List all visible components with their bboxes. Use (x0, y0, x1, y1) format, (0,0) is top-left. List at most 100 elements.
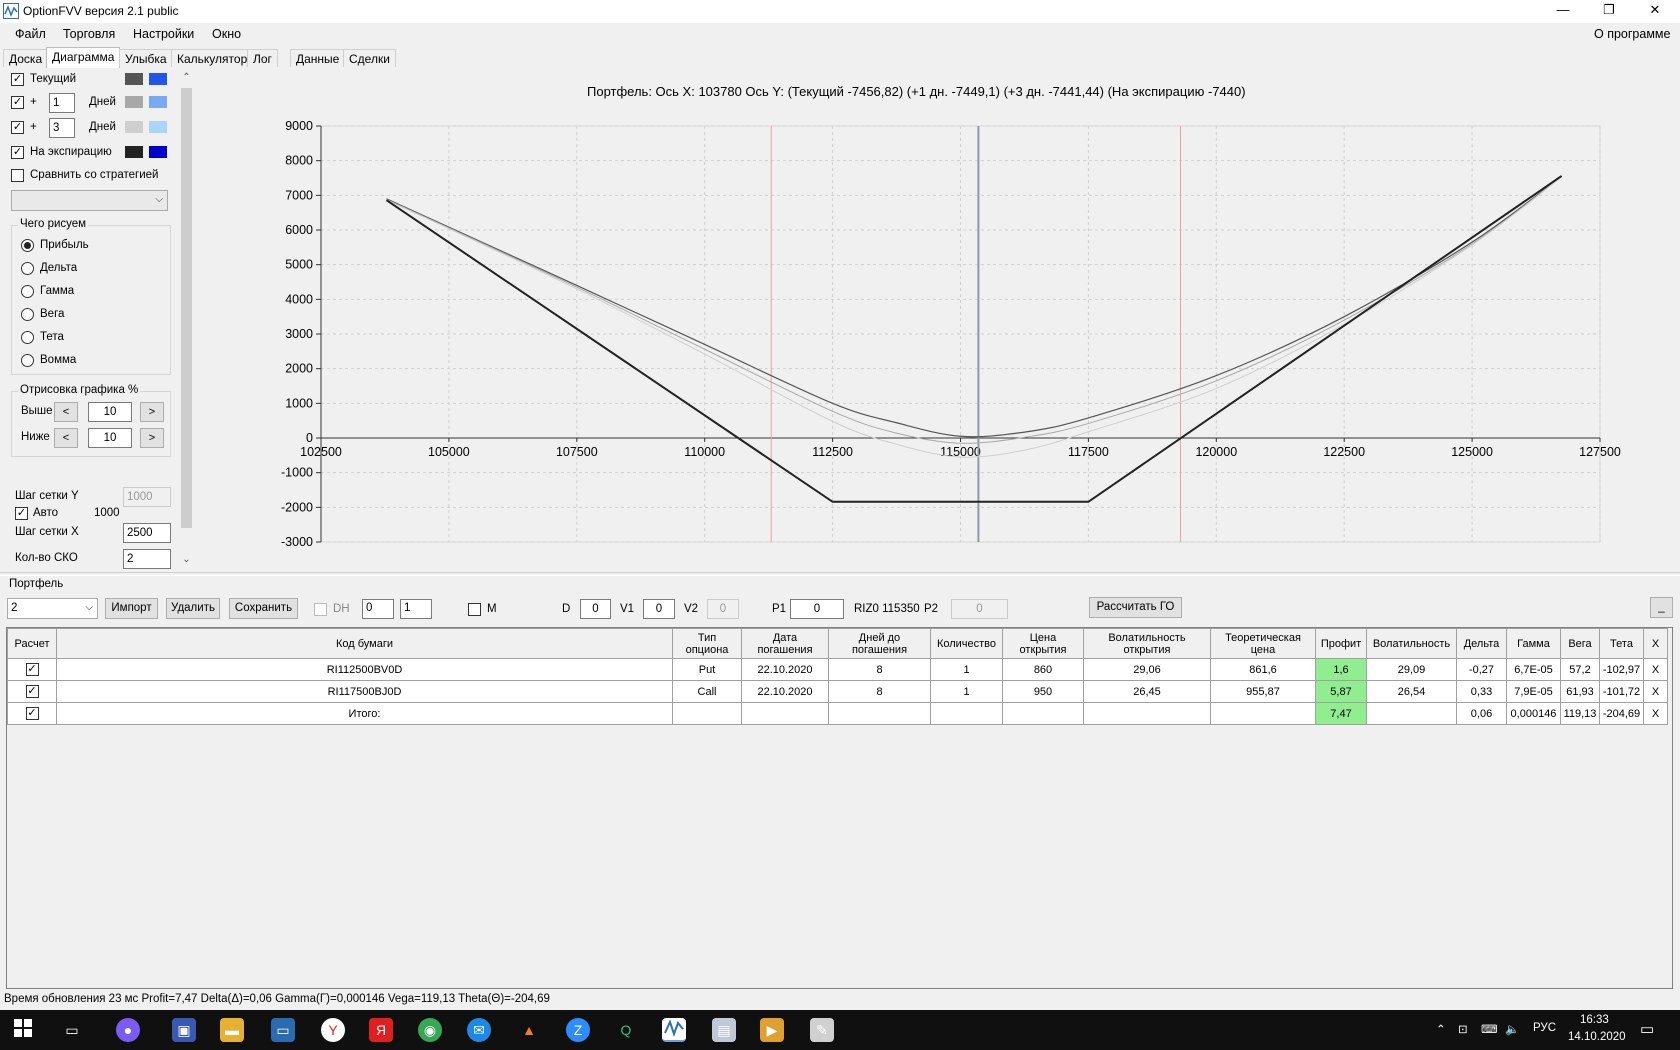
table-row[interactable]: ✓ RI112500BV0D Put 22.10.2020 8 1 860 29,06 861,… (7, 658, 1668, 681)
calc-cell[interactable]: ✓ (7, 680, 57, 703)
remove-cell[interactable]: X (1643, 702, 1668, 725)
volume-icon[interactable]: 🔈 (1505, 1022, 1519, 1036)
calc-checkbox[interactable]: ✓ (25, 685, 39, 698)
tab-diagram[interactable]: Диаграмма (46, 47, 121, 68)
chrome-icon[interactable]: ◉ (418, 1018, 442, 1042)
menu-settings[interactable]: Настройки (133, 27, 194, 41)
col-remove[interactable]: X (1643, 628, 1668, 659)
plus3-color-dark[interactable] (125, 121, 143, 133)
plus3-color-light[interactable] (149, 121, 167, 133)
tray-app-icon[interactable]: ⊡ (1458, 1022, 1468, 1036)
delete-button[interactable]: Удалить (166, 598, 220, 619)
current-color-light[interactable] (149, 73, 167, 85)
col-qty[interactable]: Количество (930, 628, 1003, 659)
auto-checkbox[interactable]: ✓ (15, 507, 28, 520)
language-indicator[interactable]: РУС (1533, 1022, 1556, 1034)
tray-chevron-icon[interactable]: ⌃ (1436, 1022, 1446, 1036)
remove-cell[interactable]: X (1643, 658, 1668, 681)
dh-spin2[interactable]: 1 (400, 599, 432, 619)
tab-smile[interactable]: Улыбка (119, 49, 173, 67)
mail-icon[interactable]: ✉ (467, 1018, 491, 1042)
expiration-color-light[interactable] (149, 146, 167, 158)
tab-deals[interactable]: Сделки (343, 49, 396, 67)
left-panel-scrollbar[interactable]: ⌃ ⌄ (180, 70, 193, 568)
scroll-up-icon[interactable]: ⌃ (180, 70, 193, 86)
m-checkbox[interactable] (468, 603, 481, 616)
plus1-color-dark[interactable] (125, 96, 143, 108)
windows-start-icon[interactable] (11, 1018, 35, 1042)
table-row[interactable]: ✓ RI117500BJ0D Call 22.10.2020 8 1 950 26,45 955… (7, 680, 1668, 703)
below-decrease-button[interactable]: < (54, 428, 78, 448)
plus1-days-input[interactable]: 1 (49, 93, 75, 113)
col-price[interactable]: Цена открытия (1002, 628, 1084, 659)
restore-button[interactable]: ❐ (1586, 0, 1632, 22)
menu-file[interactable]: Файл (15, 27, 46, 41)
calc-cell[interactable]: ✓ (7, 658, 57, 681)
yandex-icon[interactable]: Я (369, 1018, 393, 1042)
radio-vega[interactable] (21, 308, 34, 321)
tab-calculator[interactable]: Калькулятор (171, 49, 254, 67)
network-icon[interactable]: ⌨ (1481, 1022, 1498, 1036)
radio-vomma[interactable] (21, 354, 34, 367)
alice-assistant-icon[interactable]: ● (116, 1018, 140, 1042)
sko-input[interactable]: 2 (123, 549, 171, 569)
scroll-down-icon[interactable]: ⌄ (180, 552, 193, 568)
splitter[interactable] (0, 572, 1680, 576)
grid-y-input[interactable]: 1000 (123, 487, 171, 507)
document-icon[interactable]: ▤ (712, 1018, 736, 1042)
plus1-checkbox[interactable]: ✓ (11, 96, 24, 109)
current-checkbox[interactable]: ✓ (11, 73, 24, 86)
menu-trading[interactable]: Торговля (63, 27, 115, 41)
col-delta[interactable]: Дельта (1456, 628, 1507, 659)
col-vol[interactable]: Волатильность (1366, 628, 1457, 659)
vlc-icon[interactable]: ▲ (517, 1018, 541, 1042)
tab-data[interactable]: Данные (290, 49, 346, 67)
tab-log[interactable]: Лог (247, 49, 278, 67)
panel-minimize-button[interactable]: _ (1650, 597, 1673, 618)
close-button[interactable]: ✕ (1632, 0, 1678, 22)
media-player-icon[interactable]: ▶ (760, 1018, 784, 1042)
col-vol-open[interactable]: Волатильность открытия (1083, 628, 1211, 659)
v2-input[interactable]: 0 (707, 599, 739, 619)
save-button[interactable]: Сохранить (229, 598, 298, 619)
zoom-icon[interactable]: Z (566, 1018, 590, 1042)
save-disk-icon[interactable]: ▣ (172, 1018, 196, 1042)
col-date[interactable]: Дата погашения (741, 628, 829, 659)
laptop-icon[interactable]: ▭ (271, 1018, 295, 1042)
expiration-color-dark[interactable] (125, 146, 143, 158)
expiration-checkbox[interactable]: ✓ (11, 146, 24, 159)
clock-date[interactable]: 14.10.2020 (1568, 1031, 1626, 1043)
col-theta[interactable]: Тета (1599, 628, 1644, 659)
tab-board[interactable]: Доска (3, 49, 49, 67)
p2-input[interactable]: 0 (951, 599, 1008, 619)
col-type[interactable]: Тип опциона (672, 628, 742, 659)
plus3-days-input[interactable]: 3 (49, 118, 75, 138)
notifications-icon[interactable]: ▭ (1640, 1020, 1654, 1038)
below-input[interactable]: 10 (88, 428, 132, 448)
plus3-checkbox[interactable]: ✓ (11, 121, 24, 134)
radio-profit[interactable] (21, 239, 34, 252)
col-gamma[interactable]: Гамма (1506, 628, 1561, 659)
compare-checkbox[interactable] (11, 169, 24, 182)
calc-checkbox[interactable]: ✓ (25, 663, 39, 676)
remove-cell[interactable]: X (1643, 680, 1668, 703)
above-input[interactable]: 10 (88, 402, 132, 422)
menu-window[interactable]: Окно (212, 27, 241, 41)
current-color-dark[interactable] (125, 73, 143, 85)
d-input[interactable]: 0 (580, 599, 611, 619)
menu-about[interactable]: О программе (1594, 27, 1670, 41)
col-profit[interactable]: Профит (1315, 628, 1367, 659)
calc-cell[interactable]: ✓ (7, 702, 57, 725)
col-vega[interactable]: Вега (1560, 628, 1600, 659)
task-view-icon[interactable]: ▭ (60, 1018, 84, 1042)
col-days[interactable]: Дней до погашения (828, 628, 931, 659)
above-decrease-button[interactable]: < (54, 402, 78, 422)
radio-gamma[interactable] (21, 285, 34, 298)
below-increase-button[interactable]: > (140, 428, 164, 448)
paint-icon[interactable]: ✎ (810, 1018, 834, 1042)
optionfvv-taskbar-icon[interactable] (662, 1018, 686, 1042)
above-increase-button[interactable]: > (140, 402, 164, 422)
plus1-color-light[interactable] (149, 96, 167, 108)
radio-theta[interactable] (21, 331, 34, 344)
grid-x-input[interactable]: 2500 (123, 523, 171, 543)
